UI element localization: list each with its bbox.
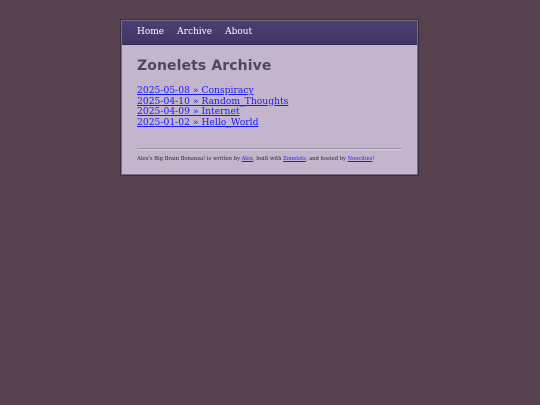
post-separator: » [189, 116, 202, 128]
footer-builder-link[interactable]: Zonelets [283, 156, 306, 162]
footer-text-2: , built with [252, 156, 284, 162]
footer-text-3: , and hosted by [305, 156, 348, 162]
post-title: Hello_World [201, 116, 259, 128]
post-date: 2025-01-02 [137, 116, 190, 128]
post-list-item: 2025-01-02 » Hello_World [137, 117, 402, 129]
footer-host-link[interactable]: Neocities [348, 156, 373, 162]
post-separator: » [189, 95, 202, 107]
page-title: Zonelets Archive [137, 58, 272, 74]
post-date: 2025-04-10 [137, 95, 190, 107]
post-title: Conspiracy [201, 85, 254, 96]
nav-archive-link[interactable]: Archive [177, 21, 212, 44]
post-title: Random_Thoughts [201, 95, 289, 107]
footer-divider [137, 148, 402, 150]
post-link[interactable]: 2025-05-08 » Conspiracy [137, 85, 254, 96]
page-container: Home Archive About Zonelets Archive 2025… [121, 20, 418, 175]
post-link[interactable]: 2025-04-10 » Random_Thoughts [137, 96, 288, 107]
post-separator: » [189, 106, 202, 117]
post-separator: » [189, 85, 202, 96]
footer-text-1: Alex's Big Brain Bonanza! is written by [137, 156, 242, 162]
post-list: 2025-05-08 » Conspiracy 2025-04-10 » Ran… [137, 85, 402, 129]
top-nav: Home Archive About [122, 21, 417, 45]
footer-text-4: ! [372, 156, 375, 162]
main-content: Zonelets Archive 2025-05-08 » Conspiracy… [122, 45, 417, 174]
post-title: Internet [201, 106, 240, 117]
nav-about-link[interactable]: About [225, 21, 252, 44]
post-date: 2025-05-08 [137, 85, 190, 96]
post-link[interactable]: 2025-01-02 » Hello_World [137, 117, 258, 128]
footer: Alex's Big Brain Bonanza! is written by … [137, 156, 402, 162]
footer-author-link[interactable]: Alex [242, 156, 253, 162]
post-date: 2025-04-09 [137, 106, 190, 117]
post-link[interactable]: 2025-04-09 » Internet [137, 106, 240, 117]
nav-home-link[interactable]: Home [137, 21, 164, 44]
